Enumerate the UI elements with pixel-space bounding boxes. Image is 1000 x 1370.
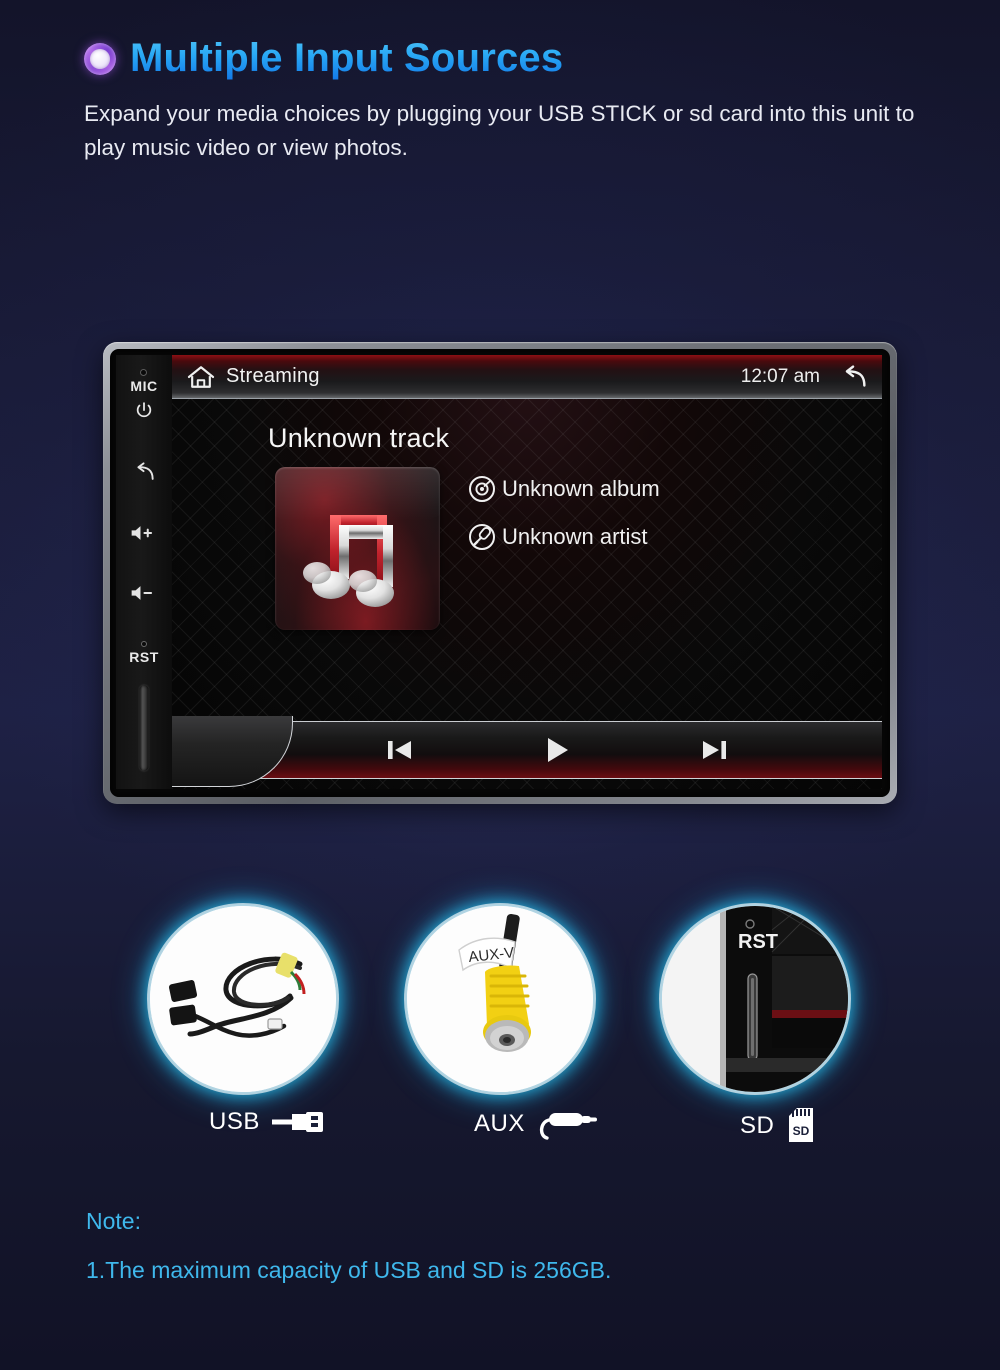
microphone-hole-icon: [140, 369, 148, 376]
label-sd: SD SD: [740, 1108, 816, 1144]
power-button[interactable]: [134, 401, 154, 421]
microphone-icon: [469, 524, 495, 550]
device-screen: Streaming 12:07 am Unknown track Unknown…: [172, 355, 882, 789]
artist-name: Unknown artist: [502, 524, 648, 549]
gallery-row: AUX-V RST: [0, 906, 1000, 1092]
usb-plug-icon: [271, 1112, 323, 1132]
head-unit: MIC RST Streaming 12:07 am Unknown track…: [103, 342, 897, 804]
mic-button[interactable]: MIC: [130, 369, 157, 394]
gallery-item-usb[interactable]: [150, 906, 336, 1092]
previous-track-icon: [388, 741, 412, 759]
sd-card-icon: SD: [789, 1108, 814, 1142]
sd-slot-closeup-photo: RST: [662, 906, 848, 1092]
ring-bullet-icon: [84, 42, 116, 75]
back-button[interactable]: [131, 461, 157, 483]
clock-display: 12:07 am: [740, 365, 820, 387]
note-heading: Note:: [86, 1208, 141, 1234]
note-line-1: 1.The maximum capacity of USB and SD is …: [86, 1257, 612, 1283]
play-icon: [547, 738, 568, 762]
reset-label: RST: [129, 649, 159, 665]
next-track-icon: [702, 741, 726, 759]
album-row: Unknown album: [468, 475, 660, 503]
disc-icon: [469, 476, 495, 502]
note-section: Note: 1.The maximum capacity of USB and …: [86, 1208, 611, 1284]
aux-rca-connector-photo: AUX-V: [407, 906, 593, 1092]
volume-up-icon: [131, 526, 153, 540]
hardware-button-column: MIC RST: [116, 355, 172, 789]
reset-pinhole-icon: [141, 641, 147, 647]
usb-cable-photo: [150, 906, 336, 1092]
power-icon: [136, 402, 152, 418]
screen-title: Streaming: [226, 365, 320, 387]
volume-down-icon: [131, 586, 153, 600]
gallery-item-sd[interactable]: RST: [662, 906, 848, 1092]
labels-row: USB AUX SD SD: [0, 1108, 1000, 1150]
track-title: Unknown track: [268, 423, 450, 453]
label-sd-text: SD: [740, 1112, 775, 1139]
page-title: Multiple Input Sources: [130, 36, 564, 80]
music-note-artwork: [303, 515, 394, 607]
home-button[interactable]: [186, 364, 216, 390]
now-playing-panel: Unknown track Unknown album Unknown arti…: [172, 399, 882, 789]
transport-bar: [172, 716, 882, 787]
screen-topbar: Streaming 12:07 am: [172, 355, 882, 399]
sd-slot-illustration: RST: [662, 906, 848, 1092]
sd-rst-text: RST: [738, 931, 778, 953]
next-track-button[interactable]: [697, 735, 731, 765]
screen-back-button[interactable]: [838, 364, 870, 390]
title-row: Multiple Input Sources: [84, 36, 964, 81]
home-icon: [187, 365, 215, 388]
label-aux-text: AUX: [474, 1110, 525, 1137]
usb-cable-illustration: [150, 906, 336, 1092]
artist-row: Unknown artist: [468, 523, 660, 551]
back-arrow-icon: [137, 462, 154, 480]
album-name: Unknown album: [502, 476, 660, 501]
sd-card-slot-icon[interactable]: [139, 685, 149, 771]
label-usb-text: USB: [209, 1108, 260, 1135]
volume-down-button[interactable]: [129, 583, 159, 603]
header-subtitle: Expand your media choices by plugging yo…: [84, 101, 915, 161]
svg-text:SD: SD: [793, 1124, 810, 1138]
page-background: Multiple Input Sources Expand your media…: [0, 0, 1000, 1370]
track-metadata-list: Unknown album Unknown artist: [468, 475, 660, 551]
volume-up-button[interactable]: [129, 523, 159, 543]
label-usb: USB: [209, 1108, 326, 1136]
header-section: Multiple Input Sources Expand your media…: [84, 36, 964, 165]
reset-button[interactable]: RST: [129, 641, 159, 665]
previous-track-button[interactable]: [383, 735, 417, 765]
aux-jack-icon: [539, 1113, 597, 1140]
album-artwork: [275, 467, 440, 630]
device-inner-frame: MIC RST Streaming 12:07 am Unknown track…: [110, 349, 890, 797]
device-bezel: MIC RST Streaming 12:07 am Unknown track…: [103, 342, 897, 804]
aux-connector-illustration: AUX-V: [407, 906, 593, 1092]
mic-label: MIC: [130, 378, 158, 394]
return-arrow-icon: [845, 364, 866, 387]
play-button[interactable]: [540, 734, 574, 766]
gallery-item-aux[interactable]: AUX-V: [407, 906, 593, 1092]
label-aux: AUX: [474, 1108, 599, 1140]
